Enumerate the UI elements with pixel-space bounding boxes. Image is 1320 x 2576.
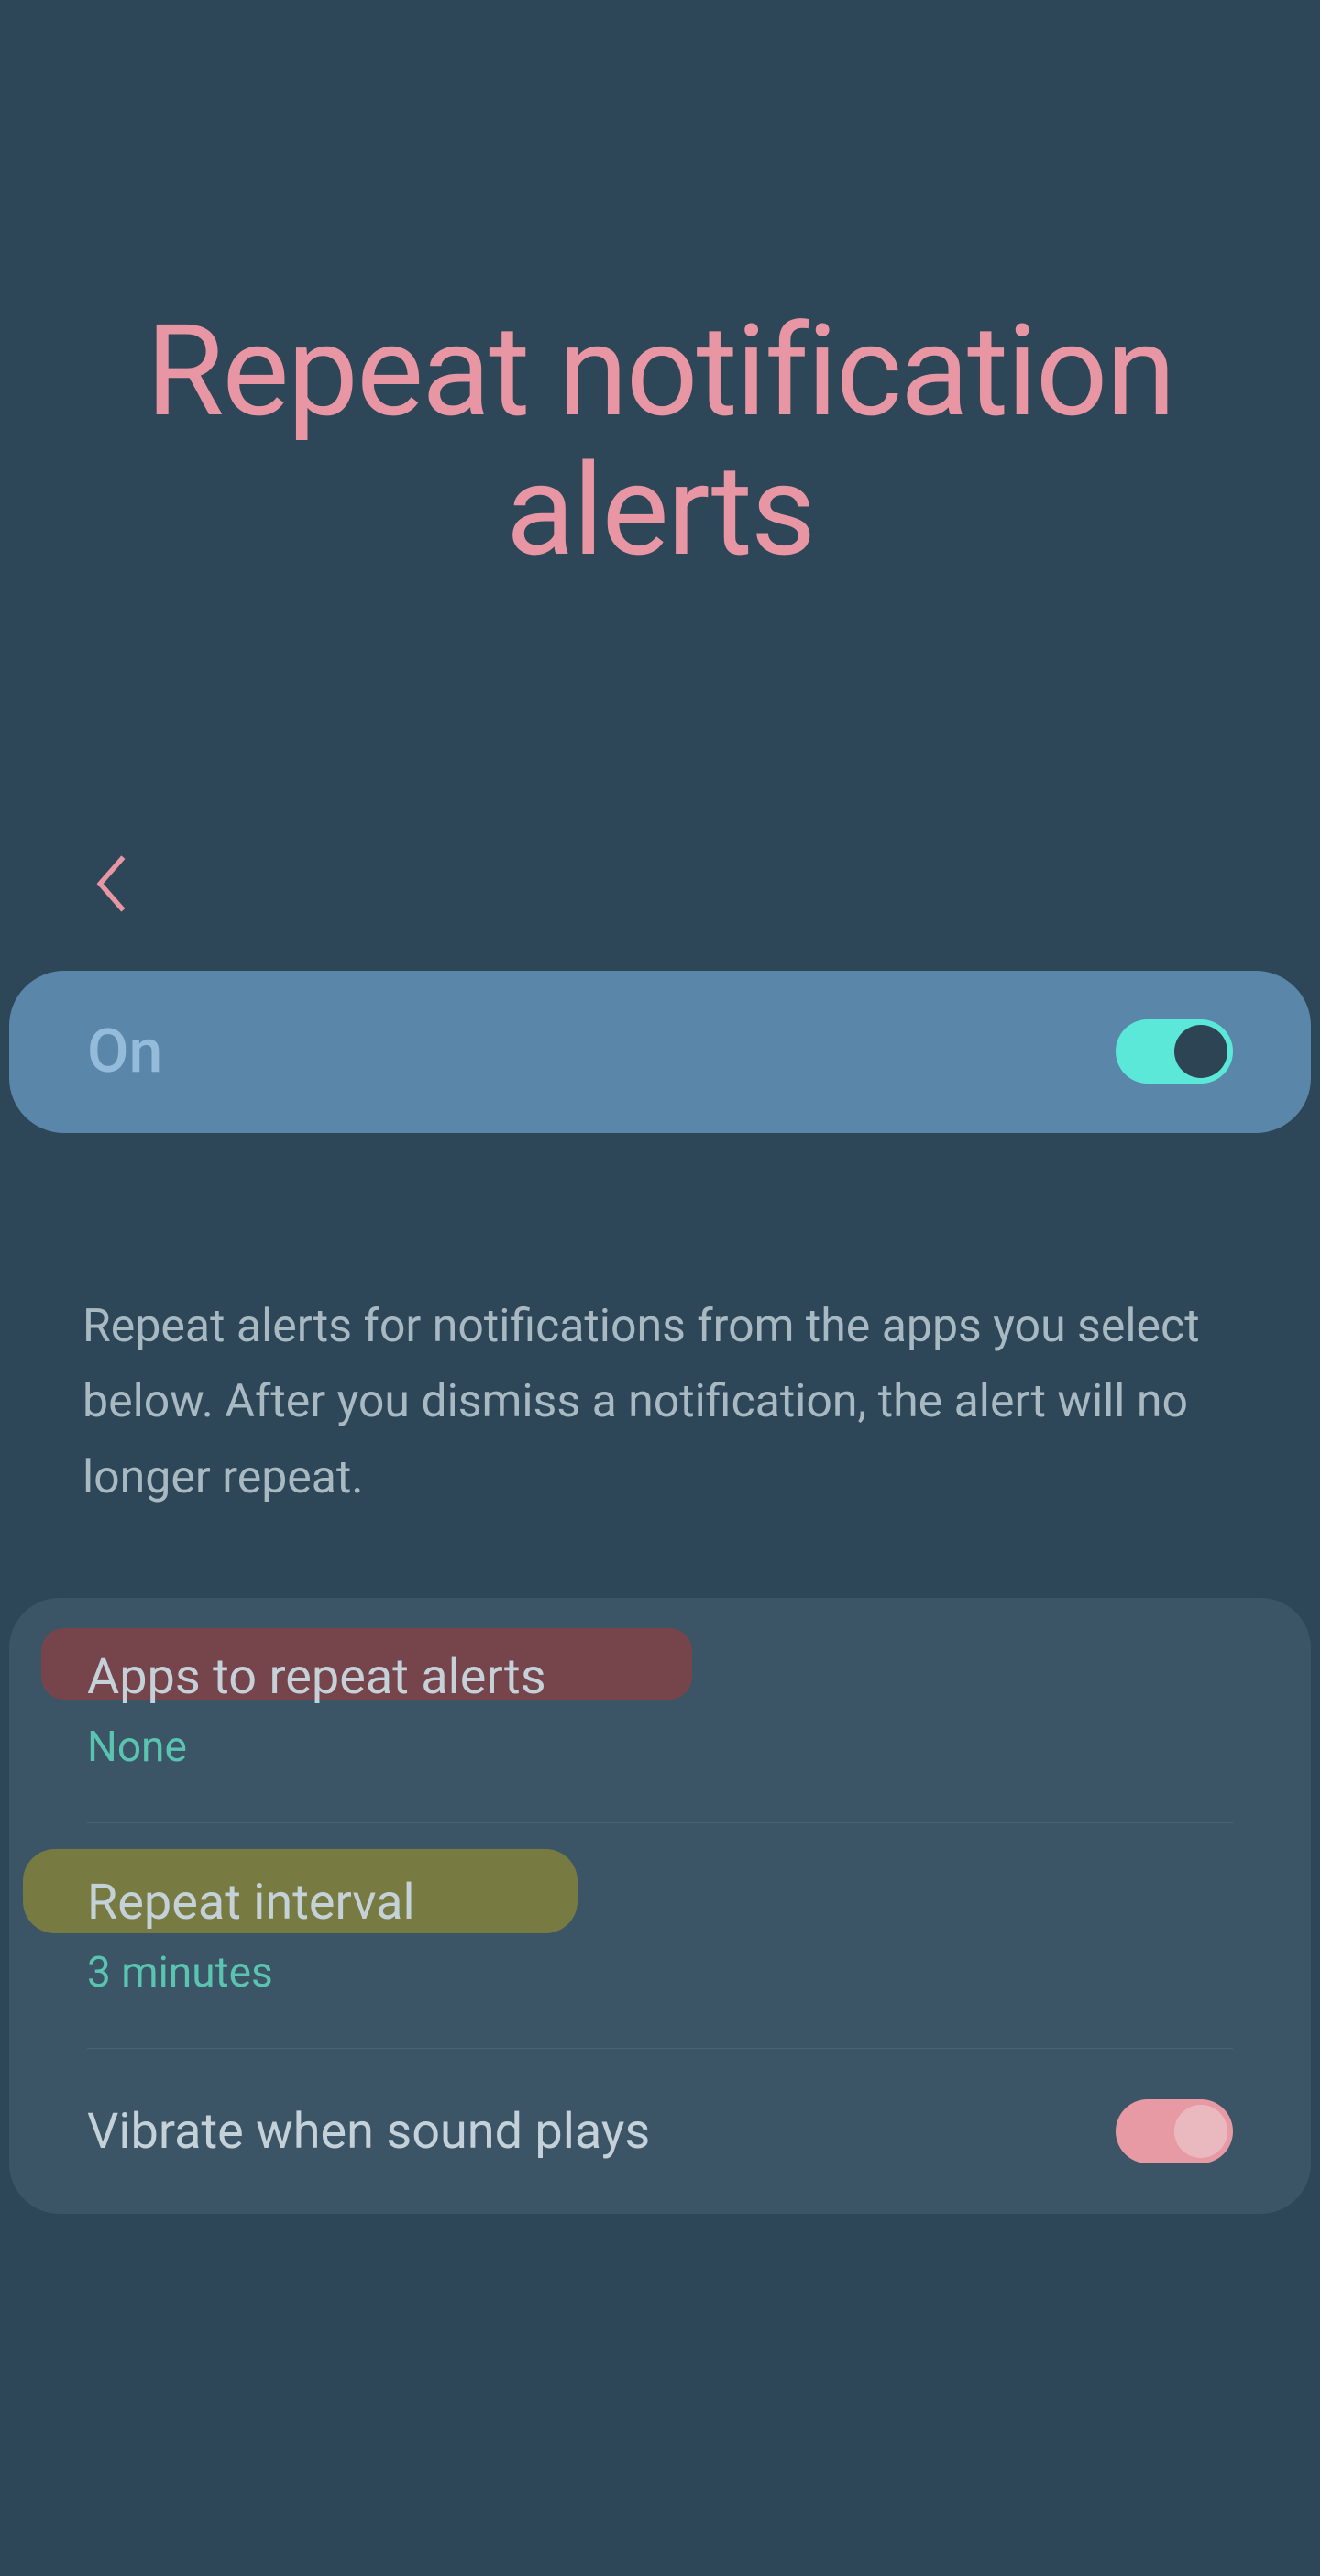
chevron-left-icon: [90, 851, 130, 917]
master-toggle-switch[interactable]: [1116, 1019, 1233, 1084]
setting-label: Vibrate when sound plays: [87, 2103, 650, 2161]
page-title: Repeat notification alerts: [9, 0, 1311, 581]
settings-card: Apps to repeat alerts None Repeat interv…: [9, 1598, 1311, 2214]
setting-apps-to-repeat[interactable]: Apps to repeat alerts None: [87, 1598, 1233, 1823]
setting-label: Repeat interval: [87, 1874, 1233, 1932]
setting-value: None: [87, 1723, 1233, 1772]
setting-value: 3 minutes: [87, 1948, 1233, 1998]
vibrate-toggle-switch[interactable]: [1116, 2099, 1233, 2163]
master-toggle-card[interactable]: On: [9, 971, 1311, 1133]
master-toggle-label: On: [87, 1017, 162, 1087]
description-text: Repeat alerts for notifications from the…: [9, 1289, 1311, 1516]
back-button[interactable]: [82, 856, 138, 911]
setting-label: Apps to repeat alerts: [87, 1648, 1233, 1706]
setting-repeat-interval[interactable]: Repeat interval 3 minutes: [87, 1823, 1233, 2049]
setting-vibrate[interactable]: Vibrate when sound plays: [87, 2049, 1233, 2214]
